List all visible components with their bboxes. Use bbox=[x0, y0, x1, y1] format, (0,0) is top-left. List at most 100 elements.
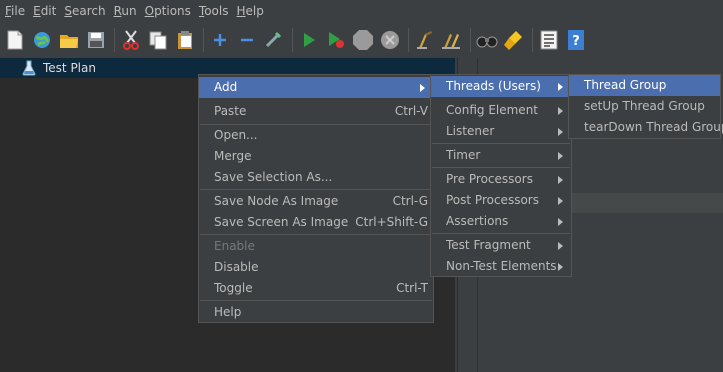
add-submenu: Threads (Users) Config Element Listener … bbox=[430, 74, 572, 277]
menu-item-test-fragment[interactable]: Test Fragment bbox=[431, 235, 571, 256]
menu-separator bbox=[200, 300, 432, 301]
menu-run[interactable]: Run bbox=[109, 0, 140, 22]
menu-options-label: ptions bbox=[154, 4, 191, 18]
menu-item-assertions[interactable]: Assertions bbox=[431, 211, 571, 232]
flask-icon bbox=[22, 60, 36, 76]
toolbar: ? bbox=[0, 22, 723, 58]
menu-item-setup-thread-group[interactable]: setUp Thread Group bbox=[569, 96, 720, 117]
menu-options-mnemonic: O bbox=[144, 4, 155, 18]
menu-item-open[interactable]: Open... bbox=[199, 125, 433, 146]
menu-help[interactable]: Help bbox=[232, 0, 267, 22]
toolbar-separator bbox=[470, 28, 471, 52]
menu-item-post-processors[interactable]: Post Processors bbox=[431, 190, 571, 211]
menu-options[interactable]: Options bbox=[140, 0, 194, 22]
menu-item-enable[interactable]: Enable bbox=[199, 236, 433, 257]
submenu-arrow-icon bbox=[558, 107, 563, 115]
menu-item-listener[interactable]: Listener bbox=[431, 121, 571, 142]
submenu-arrow-icon bbox=[558, 263, 563, 271]
menu-help-mnemonic: H bbox=[236, 4, 246, 18]
submenu-arrow-icon bbox=[558, 218, 563, 226]
menu-item-label: setUp Thread Group bbox=[584, 99, 705, 113]
menu-file[interactable]: File bbox=[0, 0, 28, 22]
menu-item-label: Save Screen As Image bbox=[214, 215, 349, 229]
menu-item-label: Timer bbox=[446, 148, 481, 162]
menu-bar: File Edit Search Run Options Tools Help bbox=[0, 0, 723, 22]
submenu-arrow-icon bbox=[558, 176, 563, 184]
reset-search-icon[interactable] bbox=[503, 29, 525, 51]
submenu-arrow-icon bbox=[558, 152, 563, 160]
menu-item-label: Disable bbox=[214, 260, 259, 274]
copy-icon[interactable] bbox=[147, 29, 169, 51]
menu-item-label: Thread Group bbox=[584, 78, 667, 92]
submenu-arrow-icon bbox=[558, 83, 563, 91]
menu-item-label: Enable bbox=[214, 239, 255, 253]
menu-item-disable[interactable]: Disable bbox=[199, 257, 433, 278]
help-icon[interactable]: ? bbox=[565, 29, 587, 51]
menu-item-save-screen-as-image[interactable]: Save Screen As Image Ctrl+Shift-G bbox=[199, 212, 433, 233]
menu-item-toggle[interactable]: Toggle Ctrl-T bbox=[199, 278, 433, 299]
menu-item-help[interactable]: Help bbox=[199, 302, 433, 323]
menu-item-save-selection-as[interactable]: Save Selection As... bbox=[199, 167, 433, 188]
function-helper-icon[interactable] bbox=[538, 29, 560, 51]
menu-item-label: Test Fragment bbox=[446, 238, 531, 252]
submenu-arrow-icon bbox=[558, 197, 563, 205]
menu-separator bbox=[432, 167, 570, 168]
toggle-icon[interactable] bbox=[263, 29, 285, 51]
expand-icon[interactable] bbox=[209, 29, 231, 51]
menu-item-label: Assertions bbox=[446, 214, 509, 228]
toolbar-separator bbox=[532, 28, 533, 52]
menu-item-label: Listener bbox=[446, 124, 495, 138]
menu-item-shortcut: Ctrl+Shift-G bbox=[355, 215, 428, 229]
menu-item-merge[interactable]: Merge bbox=[199, 146, 433, 167]
threads-submenu: Thread Group setUp Thread Group tearDown… bbox=[568, 74, 723, 139]
menu-item-threads-users[interactable]: Threads (Users) bbox=[431, 76, 571, 97]
paste-icon[interactable] bbox=[174, 29, 196, 51]
save-icon[interactable] bbox=[85, 29, 107, 51]
menu-run-label: un bbox=[121, 4, 137, 18]
menu-item-label: tearDown Thread Group bbox=[584, 120, 723, 134]
menu-item-label: Pre Processors bbox=[446, 172, 533, 186]
svg-text:?: ? bbox=[572, 34, 580, 49]
menu-help-label: elp bbox=[245, 4, 264, 18]
start-icon[interactable] bbox=[298, 29, 320, 51]
shutdown-icon[interactable] bbox=[379, 29, 401, 51]
stop-icon[interactable] bbox=[352, 29, 374, 51]
tree-node-label: Test Plan bbox=[43, 61, 96, 75]
templates-icon[interactable] bbox=[31, 29, 53, 51]
menu-item-label: Toggle bbox=[214, 281, 253, 295]
cut-icon[interactable] bbox=[120, 29, 142, 51]
menu-separator bbox=[432, 233, 570, 234]
menu-separator bbox=[200, 189, 432, 190]
open-icon[interactable] bbox=[58, 29, 80, 51]
menu-tools[interactable]: Tools bbox=[194, 0, 232, 22]
start-no-pauses-icon[interactable] bbox=[325, 29, 347, 51]
menu-edit[interactable]: Edit bbox=[28, 0, 59, 22]
toolbar-separator bbox=[203, 28, 204, 52]
menu-item-label: Add bbox=[214, 80, 238, 94]
menu-item-label: Paste bbox=[214, 104, 247, 118]
menu-file-label: ile bbox=[11, 4, 26, 18]
new-icon[interactable] bbox=[4, 29, 26, 51]
menu-item-teardown-thread-group[interactable]: tearDown Thread Group bbox=[569, 117, 723, 138]
menu-item-label: Open... bbox=[214, 128, 258, 142]
collapse-icon[interactable] bbox=[236, 29, 258, 51]
menu-item-label: Post Processors bbox=[446, 193, 539, 207]
menu-item-thread-group[interactable]: Thread Group bbox=[569, 75, 720, 96]
menu-item-label: Help bbox=[214, 305, 242, 319]
menu-tools-label: ools bbox=[204, 4, 229, 18]
menu-search-label: earch bbox=[71, 4, 106, 18]
menu-item-paste[interactable]: Paste Ctrl-V bbox=[199, 101, 433, 122]
submenu-arrow-icon bbox=[558, 242, 563, 250]
menu-item-pre-processors[interactable]: Pre Processors bbox=[431, 169, 571, 190]
menu-item-non-test-elements[interactable]: Non-Test Elements bbox=[431, 256, 571, 277]
menu-item-config-element[interactable]: Config Element bbox=[431, 100, 571, 121]
search-icon[interactable] bbox=[476, 29, 498, 51]
menu-search[interactable]: Search bbox=[59, 0, 108, 22]
menu-item-add[interactable]: Add bbox=[199, 77, 433, 98]
menu-item-save-node-as-image[interactable]: Save Node As Image Ctrl-G bbox=[199, 191, 433, 212]
submenu-arrow-icon bbox=[420, 84, 425, 92]
menu-item-label: Save Node As Image bbox=[214, 194, 339, 208]
menu-item-timer[interactable]: Timer bbox=[431, 145, 571, 166]
clear-all-icon[interactable] bbox=[441, 29, 463, 51]
clear-icon[interactable] bbox=[414, 29, 436, 51]
